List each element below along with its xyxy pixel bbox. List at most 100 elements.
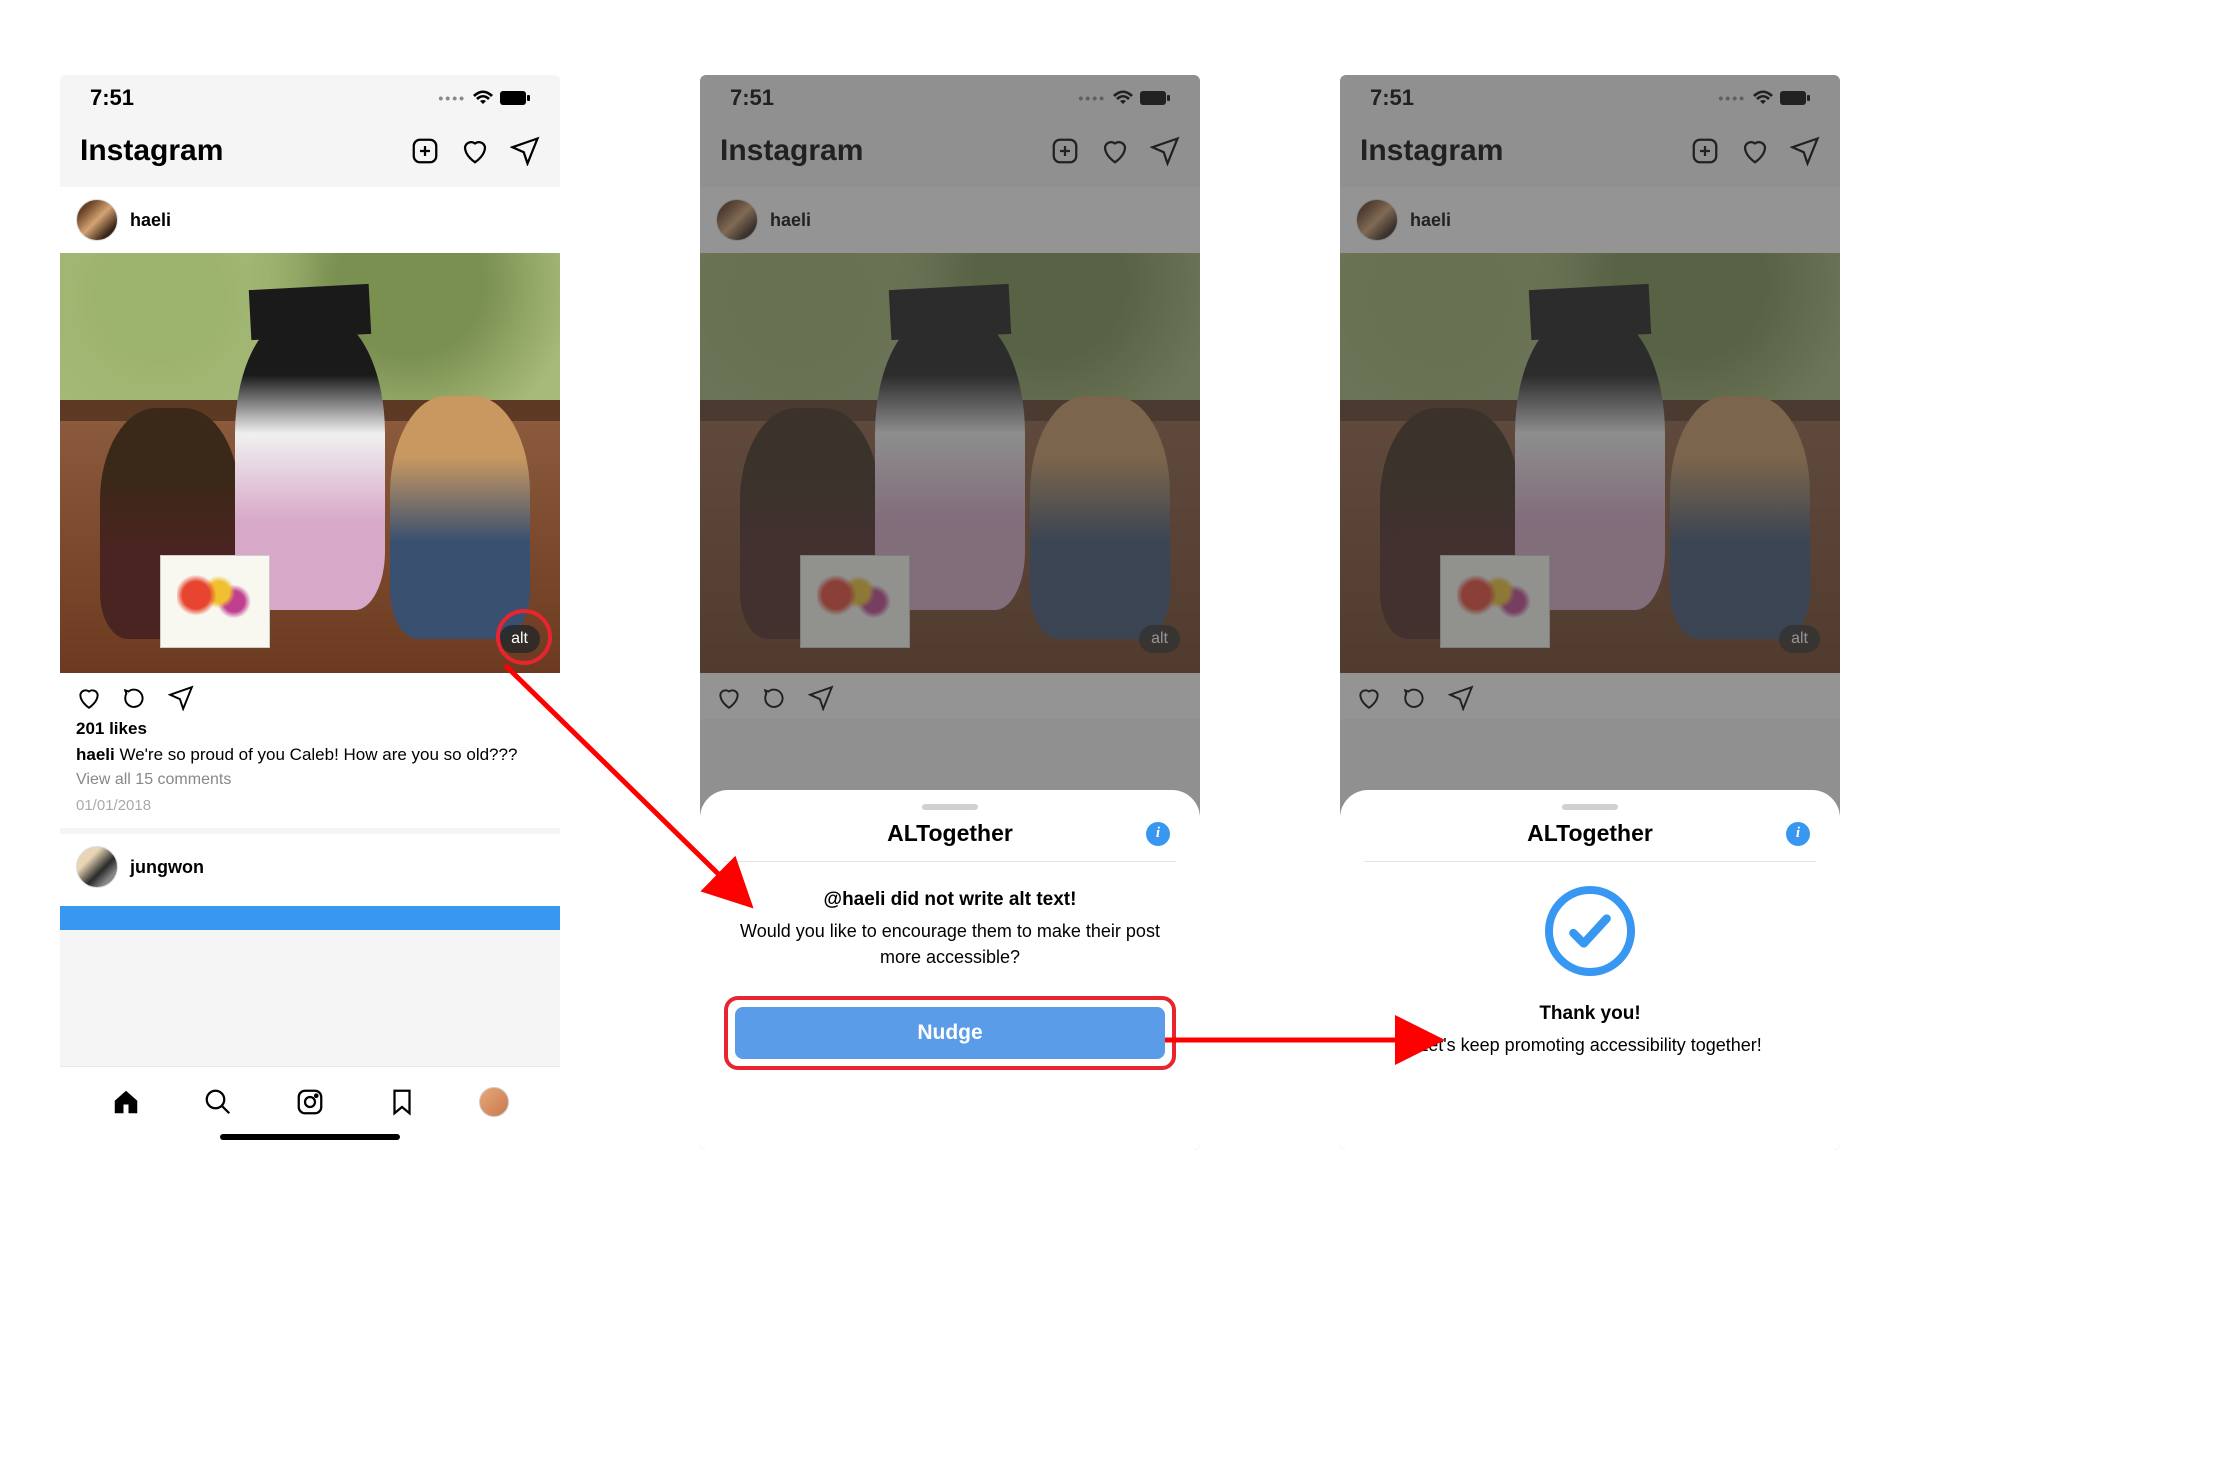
battery-icon	[500, 91, 530, 105]
wifi-icon	[1752, 90, 1774, 106]
profile-avatar-icon[interactable]	[479, 1087, 509, 1117]
activity-heart-icon[interactable]	[1740, 136, 1770, 166]
status-bar: 7:51 ••••	[60, 75, 560, 121]
messages-icon[interactable]	[1150, 136, 1180, 166]
comment-icon[interactable]	[1402, 685, 1428, 711]
sheet-message: Thank you! Let's keep promoting accessib…	[1364, 1000, 1816, 1058]
post: haeli alt 201 likes haeli We're so proud…	[60, 187, 560, 828]
status-time: 7:51	[730, 85, 774, 111]
post-image[interactable]: alt	[700, 253, 1200, 673]
status-bar: 7:51 ••••	[700, 75, 1200, 121]
status-icons: ••••	[1078, 90, 1170, 106]
post-action-bar	[60, 673, 560, 719]
app-header: Instagram	[60, 121, 560, 181]
post: haeli alt	[700, 187, 1200, 719]
app-logo: Instagram	[80, 134, 223, 168]
post-username[interactable]: haeli	[1410, 210, 1451, 231]
post-header[interactable]: jungwon	[60, 834, 560, 900]
like-icon[interactable]	[716, 685, 742, 711]
app-logo: Instagram	[1360, 134, 1503, 168]
wifi-icon	[1112, 90, 1134, 106]
home-indicator	[220, 1134, 400, 1140]
share-icon[interactable]	[168, 685, 194, 711]
alt-badge[interactable]: alt	[1779, 625, 1820, 653]
caption-text: We're so proud of you Caleb! How are you…	[115, 745, 518, 764]
altogether-sheet: ALTogether i @haeli did not write alt te…	[700, 790, 1200, 1150]
share-icon[interactable]	[1448, 685, 1474, 711]
avatar[interactable]	[76, 199, 118, 241]
reels-icon[interactable]	[295, 1087, 325, 1117]
sheet-handle[interactable]	[922, 804, 978, 810]
sheet-message: @haeli did not write alt text! Would you…	[724, 886, 1176, 970]
cellular-icon: ••••	[1078, 90, 1106, 106]
add-post-icon[interactable]	[410, 136, 440, 166]
post-username[interactable]: haeli	[770, 210, 811, 231]
post-image[interactable]: alt	[60, 253, 560, 673]
post-username[interactable]: haeli	[130, 210, 171, 231]
comment-icon[interactable]	[762, 685, 788, 711]
success-check-icon	[1545, 886, 1635, 976]
home-icon[interactable]	[111, 1087, 141, 1117]
cellular-icon: ••••	[438, 90, 466, 106]
nudge-button[interactable]: Nudge	[735, 1007, 1165, 1059]
sheet-header: ALTogether i	[1364, 820, 1816, 862]
share-icon[interactable]	[808, 685, 834, 711]
saved-icon[interactable]	[387, 1087, 417, 1117]
comment-icon[interactable]	[122, 685, 148, 711]
nudge-body: Would you like to encourage them to make…	[740, 921, 1160, 967]
caption-username[interactable]: haeli	[76, 745, 115, 764]
avatar[interactable]	[716, 199, 758, 241]
alt-badge[interactable]: alt	[499, 625, 540, 653]
nudge-heading: @haeli did not write alt text!	[724, 886, 1176, 914]
post-image[interactable]: alt	[1340, 253, 1840, 673]
post-caption: haeli We're so proud of you Caleb! How a…	[60, 745, 560, 771]
post-image-preview[interactable]	[60, 906, 560, 930]
phone-screen-nudge-prompt: 7:51 •••• Instagram haeli	[700, 75, 1200, 1150]
post-action-bar	[700, 673, 1200, 719]
next-post: jungwon	[60, 834, 560, 930]
cellular-icon: ••••	[1718, 90, 1746, 106]
search-icon[interactable]	[203, 1087, 233, 1117]
avatar[interactable]	[1356, 199, 1398, 241]
battery-icon	[1780, 91, 1810, 105]
app-header: Instagram	[1340, 121, 1840, 181]
sheet-title: ALTogether	[1527, 820, 1653, 847]
view-comments-link[interactable]: View all 15 comments	[60, 771, 560, 797]
like-icon[interactable]	[76, 685, 102, 711]
sheet-header: ALTogether i	[724, 820, 1176, 862]
wifi-icon	[472, 90, 494, 106]
post-username[interactable]: jungwon	[130, 857, 204, 878]
post-header[interactable]: haeli	[700, 187, 1200, 253]
post-action-bar	[1340, 673, 1840, 719]
battery-icon	[1140, 91, 1170, 105]
like-icon[interactable]	[1356, 685, 1382, 711]
thanks-heading: Thank you!	[1364, 1000, 1816, 1028]
messages-icon[interactable]	[1790, 136, 1820, 166]
activity-heart-icon[interactable]	[1100, 136, 1130, 166]
info-icon[interactable]: i	[1786, 822, 1810, 846]
phone-screen-thank-you: 7:51 •••• Instagram haeli	[1340, 75, 1840, 1150]
sheet-title: ALTogether	[887, 820, 1013, 847]
altogether-sheet: ALTogether i Thank you! Let's keep promo…	[1340, 790, 1840, 1150]
thanks-body: Let's keep promoting accessibility toget…	[1418, 1035, 1762, 1055]
avatar[interactable]	[76, 846, 118, 888]
status-time: 7:51	[90, 85, 134, 111]
status-icons: ••••	[1718, 90, 1810, 106]
post-date: 01/01/2018	[60, 797, 560, 828]
activity-heart-icon[interactable]	[460, 136, 490, 166]
messages-icon[interactable]	[510, 136, 540, 166]
sheet-handle[interactable]	[1562, 804, 1618, 810]
alt-badge[interactable]: alt	[1139, 625, 1180, 653]
post-header[interactable]: haeli	[1340, 187, 1840, 253]
status-time: 7:51	[1370, 85, 1414, 111]
status-icons: ••••	[438, 90, 530, 106]
post-header[interactable]: haeli	[60, 187, 560, 253]
status-bar: 7:51 ••••	[1340, 75, 1840, 121]
add-post-icon[interactable]	[1050, 136, 1080, 166]
app-header: Instagram	[700, 121, 1200, 181]
likes-count[interactable]: 201 likes	[60, 719, 560, 745]
nudge-button-highlight: Nudge	[724, 996, 1176, 1070]
info-icon[interactable]: i	[1146, 822, 1170, 846]
app-logo: Instagram	[720, 134, 863, 168]
add-post-icon[interactable]	[1690, 136, 1720, 166]
